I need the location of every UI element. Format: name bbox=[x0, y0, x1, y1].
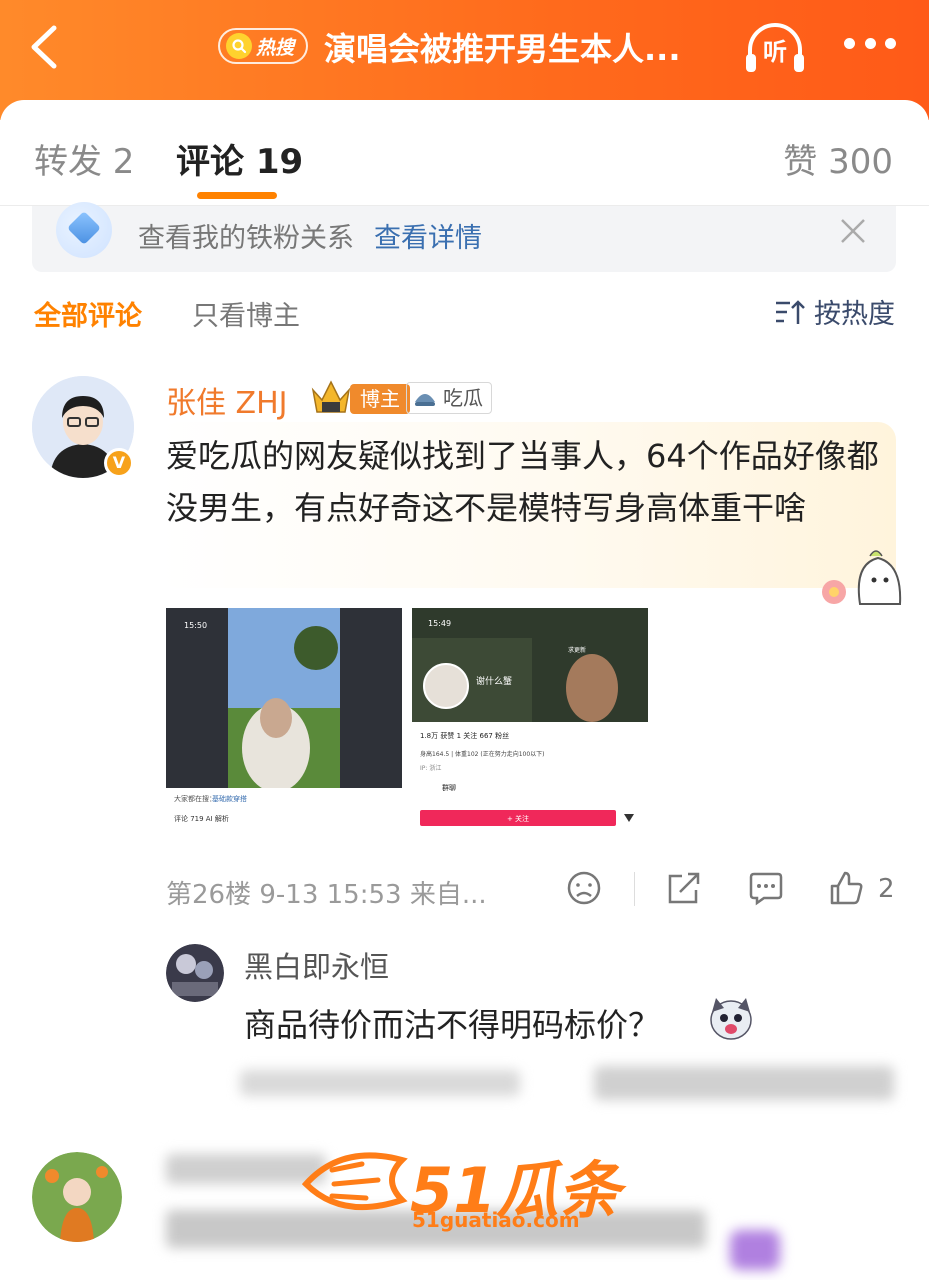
img2-profile-name: 谢什么蟹 bbox=[476, 675, 512, 687]
search-icon bbox=[226, 33, 252, 59]
more-menu-icon[interactable] bbox=[844, 38, 896, 54]
back-icon[interactable] bbox=[22, 22, 66, 72]
comment-image-1[interactable]: 15:50 大家都在搜： 基础款穿搭 评论 719 AI 解析 bbox=[166, 608, 402, 844]
comment-meta: 第26楼 9-13 15:53 来自... bbox=[166, 880, 487, 910]
share-icon[interactable] bbox=[666, 870, 702, 906]
sort-button[interactable]: 按热度 bbox=[774, 292, 895, 331]
fish-logo-icon bbox=[302, 1152, 408, 1211]
melon-badge-label: 吃瓜 bbox=[443, 386, 483, 410]
comment-text: 爱吃瓜的网友疑似找到了当事人，64个作品好像都没男生，有点好奇这不是模特写身高体… bbox=[166, 437, 879, 527]
verified-icon: V bbox=[104, 448, 134, 478]
divider bbox=[634, 872, 635, 906]
crown-icon bbox=[311, 380, 351, 413]
tab-reposts[interactable]: 转发 2 bbox=[34, 134, 134, 183]
active-tab-indicator bbox=[197, 192, 277, 199]
like-icon[interactable] bbox=[828, 870, 864, 906]
next-comment-avatar[interactable] bbox=[32, 1152, 122, 1242]
dislike-icon[interactable] bbox=[566, 870, 602, 906]
melon-badge: 吃瓜 bbox=[406, 382, 492, 414]
img2-ip: IP: 浙江 bbox=[420, 764, 441, 772]
img2-follow: + 关注 bbox=[507, 814, 529, 823]
fans-banner-link[interactable]: 查看详情 bbox=[374, 216, 482, 255]
blurred-reply-meta bbox=[240, 1070, 520, 1096]
blurred-reply-actions bbox=[594, 1066, 894, 1100]
comment-image-2[interactable]: 15:49 求更新 谢什么蟹 1.8万 获赞 1 关注 667 粉丝 身高164… bbox=[412, 608, 648, 844]
sort-label: 按热度 bbox=[814, 299, 895, 330]
img2-update: 求更新 bbox=[568, 646, 586, 654]
sort-icon bbox=[776, 299, 805, 324]
comment-icon[interactable] bbox=[748, 870, 784, 906]
tab-likes[interactable]: 赞 300 bbox=[783, 134, 893, 183]
hot-search-label: 热搜 bbox=[256, 36, 295, 59]
img1-time: 15:50 bbox=[184, 621, 207, 630]
hot-search-badge[interactable]: 热搜 bbox=[218, 28, 308, 64]
img2-stats: 1.8万 获赞 1 关注 667 粉丝 bbox=[420, 731, 509, 740]
blurred-emoji bbox=[730, 1230, 780, 1270]
fans-banner[interactable]: 查看我的铁粉关系 查看详情 bbox=[32, 202, 896, 272]
img1-caption-link: 基础款穿搭 bbox=[212, 794, 247, 803]
diamond-icon bbox=[56, 202, 112, 258]
listen-label: 听 bbox=[763, 38, 787, 66]
fans-banner-text: 查看我的铁粉关系 bbox=[138, 223, 354, 254]
reply-avatar[interactable] bbox=[166, 944, 224, 1002]
reply-text: 商品待价而沽不得明码标价？ bbox=[244, 1006, 661, 1044]
img1-tabs: 评论 719 AI 解析 bbox=[174, 814, 229, 823]
reply-username[interactable]: 黑白即永恒 bbox=[244, 944, 389, 986]
tab-bar: 转发 2 评论 19 赞 300 bbox=[0, 100, 929, 206]
watermark-url: 51guatiao.com bbox=[412, 1208, 580, 1232]
tab-comments[interactable]: 评论 19 bbox=[176, 134, 303, 183]
husky-emoji-icon bbox=[710, 998, 752, 1040]
close-icon[interactable] bbox=[838, 216, 868, 246]
comment-username[interactable]: 张佳 ZHJ bbox=[166, 378, 288, 422]
comment-filter: 全部评论 只看博主 按热度 bbox=[0, 290, 929, 340]
img2-group: 群聊 bbox=[442, 783, 456, 792]
page-title: 演唱会被推开男生本人... bbox=[324, 30, 681, 68]
author-badge: 博主 bbox=[350, 384, 410, 414]
headphones-icon[interactable]: 听 bbox=[742, 20, 808, 76]
like-count: 2 bbox=[878, 874, 895, 904]
melon-icon bbox=[415, 394, 435, 406]
filter-author-only[interactable]: 只看博主 bbox=[192, 294, 300, 333]
img1-caption: 大家都在搜： bbox=[174, 794, 216, 803]
img2-bio: 身高164.5 | 体重102 (正在努力走向100以下) bbox=[420, 750, 545, 758]
filter-all-comments[interactable]: 全部评论 bbox=[34, 294, 142, 333]
img2-time: 15:49 bbox=[428, 619, 451, 628]
bubble-sticker-icon bbox=[822, 550, 902, 605]
comment-sheet: 转发 2 评论 19 赞 300 查看我的铁粉关系 查看详情 全部评论 只看博主… bbox=[0, 100, 929, 1280]
